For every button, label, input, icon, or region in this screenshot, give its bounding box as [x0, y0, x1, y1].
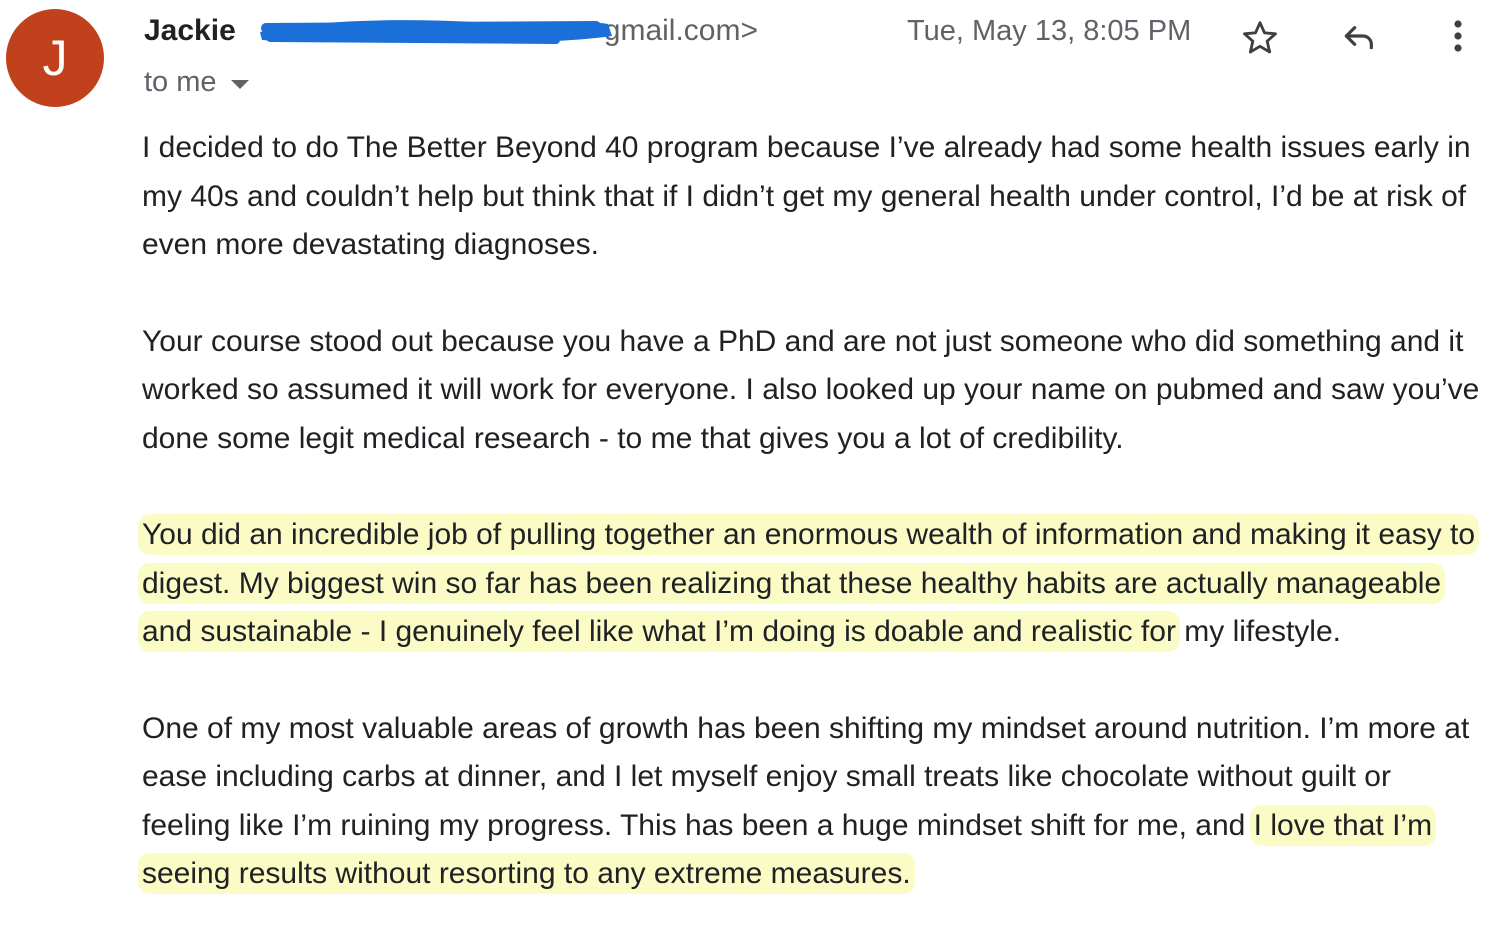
reply-icon — [1344, 26, 1373, 50]
paragraph-4: One of my most valuable areas of growth … — [142, 705, 1482, 899]
recipient-label: to me — [144, 66, 217, 98]
star-button[interactable] — [1238, 16, 1282, 60]
sender-email: gmail.com> — [603, 14, 758, 47]
message-datetime: Tue, May 13, 8:05 PM — [907, 15, 1192, 47]
more-options-button[interactable] — [1444, 14, 1472, 58]
paragraph-1: I decided to do The Better Beyond 40 pro… — [142, 131, 1471, 261]
more-vertical-icon — [1454, 20, 1462, 52]
redaction-scribble — [260, 20, 612, 44]
paragraph-2: Your course stood out because you have a… — [142, 324, 1480, 455]
message-body: I decided to do The Better Beyond 40 pro… — [142, 124, 1482, 947]
star-icon — [1243, 21, 1277, 54]
avatar[interactable]: J — [6, 9, 104, 107]
avatar-letter: J — [42, 30, 68, 86]
chevron-down-icon[interactable] — [230, 80, 249, 89]
sender-name[interactable]: Jackie — [144, 14, 236, 47]
paragraph-3-rest: my lifestyle. — [1175, 615, 1341, 648]
paragraph-3: You did an incredible job of pulling tog… — [142, 511, 1482, 657]
recipient-dropdown[interactable]: to me — [144, 66, 249, 99]
reply-button[interactable] — [1336, 14, 1380, 58]
